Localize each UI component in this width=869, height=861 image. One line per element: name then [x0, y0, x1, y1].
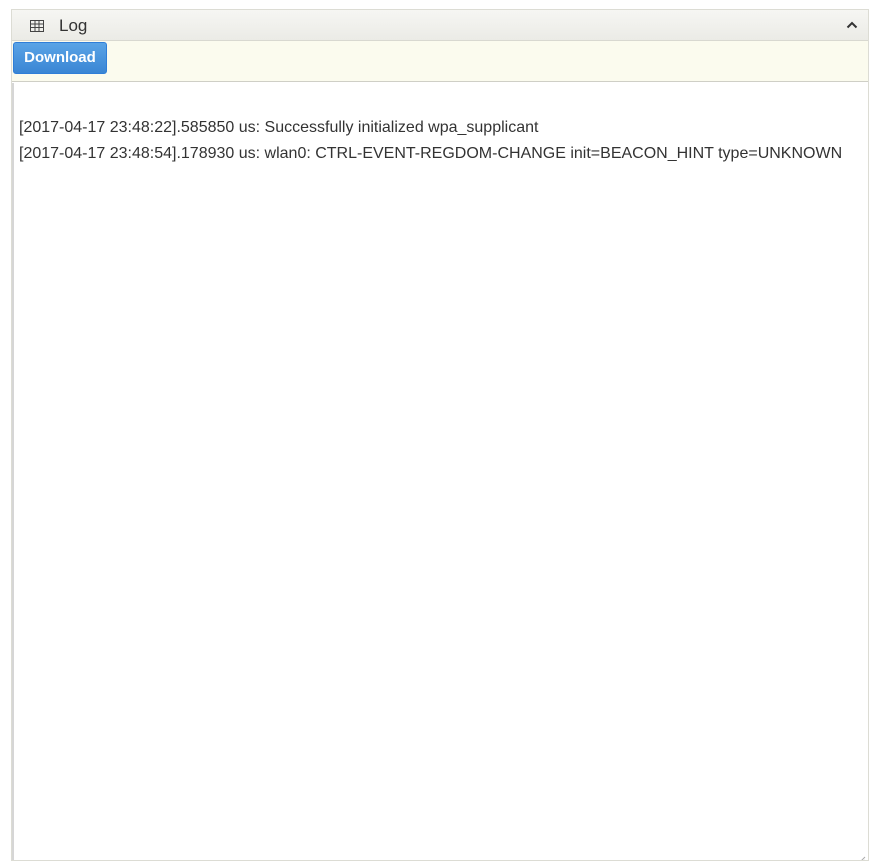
chevron-up-icon[interactable]: [842, 15, 862, 35]
resize-handle-icon[interactable]: [858, 850, 866, 860]
log-panel: Log Download [2017-04-17 23:48:22].58585…: [11, 9, 869, 861]
log-textarea[interactable]: [2017-04-17 23:48:22].585850 us: Success…: [12, 83, 868, 860]
panel-header[interactable]: Log: [12, 10, 868, 41]
log-line: [2017-04-17 23:48:54].178930 us: wlan0: …: [19, 145, 843, 162]
table-icon: [30, 19, 44, 32]
panel-title: Log: [59, 16, 88, 35]
download-button[interactable]: Download: [13, 42, 107, 74]
toolbar: Download: [12, 41, 868, 82]
log-content: [2017-04-17 23:48:22].585850 us: Success…: [19, 115, 849, 167]
log-line: [2017-04-17 23:48:22].585850 us: Success…: [19, 119, 539, 136]
